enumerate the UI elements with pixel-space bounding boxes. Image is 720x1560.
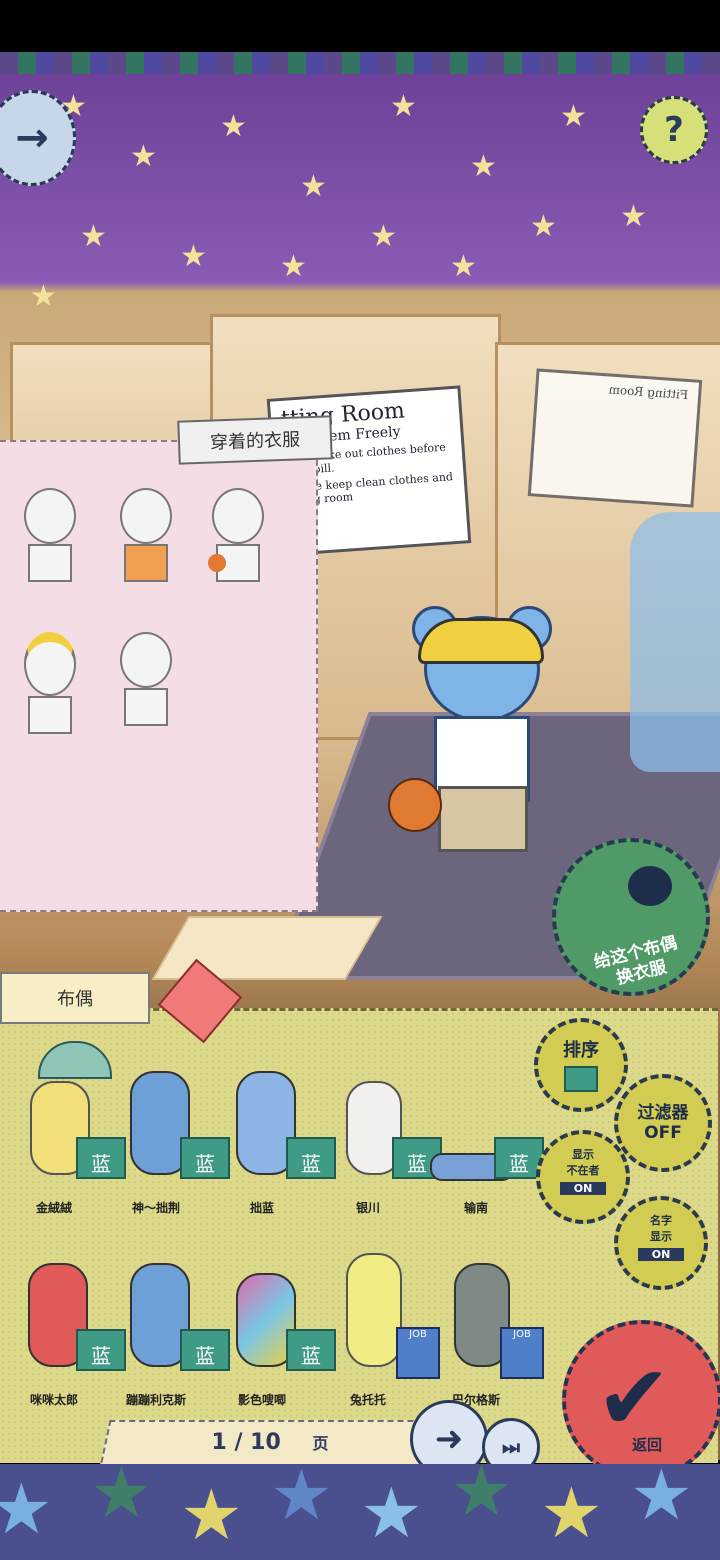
status-bar bbox=[0, 0, 720, 52]
show-absent-toggle[interactable]: 显示 不在者 ON bbox=[536, 1130, 630, 1224]
sort-label: 排序 bbox=[563, 1040, 599, 1061]
clothing-item[interactable] bbox=[20, 488, 80, 582]
show-absent-switch: ON bbox=[560, 1182, 606, 1195]
bottom-star-border: ★ ★ ★ ★ ★ ★ ★ ★ bbox=[0, 1464, 720, 1560]
show-name-label-1: 名字 bbox=[650, 1214, 672, 1227]
show-absent-label-2: 不在者 bbox=[566, 1164, 600, 1177]
return-label: 返回 bbox=[632, 1436, 663, 1454]
change-clothes-button[interactable]: 给这个布偶 换衣服 bbox=[552, 838, 710, 996]
plush-name: 兔托托 bbox=[349, 1393, 386, 1407]
show-name-toggle[interactable]: 名字 显示 ON bbox=[614, 1196, 708, 1290]
plush-name: 咪咪太郎 bbox=[29, 1393, 78, 1407]
worn-clothes-panel bbox=[0, 440, 318, 912]
clothing-item[interactable] bbox=[116, 632, 176, 726]
umbrella-icon bbox=[38, 1041, 112, 1079]
filter-label: 过滤器 bbox=[637, 1103, 689, 1123]
show-name-switch: ON bbox=[638, 1248, 684, 1261]
clothing-item[interactable] bbox=[116, 488, 176, 582]
filter-state: OFF bbox=[644, 1123, 682, 1143]
plush-name: 神～拙荆 bbox=[131, 1201, 180, 1215]
worn-clothes-title: 穿着的衣服 bbox=[177, 415, 333, 465]
plush-name: 蹦蹦利克斯 bbox=[125, 1393, 186, 1407]
help-button[interactable]: ? bbox=[640, 96, 708, 164]
plush-name: 银川 bbox=[355, 1201, 380, 1215]
clothing-item[interactable] bbox=[20, 632, 80, 734]
pager-indicator: 1 / 10 页 bbox=[120, 1430, 420, 1462]
plush-item[interactable]: 蓝 神～拙荆 bbox=[104, 1041, 230, 1221]
plush-item[interactable]: 蓝 输南 bbox=[424, 1041, 544, 1221]
job-badge: JOB bbox=[500, 1327, 544, 1379]
mirror-sign: Fitting Room bbox=[527, 368, 703, 508]
plush-item[interactable]: 蓝 银川 bbox=[316, 1041, 442, 1221]
skip-end-icon: ⏭ bbox=[502, 1435, 520, 1459]
plush-item[interactable]: 蓝 蹦蹦利克斯 bbox=[104, 1233, 230, 1413]
top-stitch-border bbox=[0, 52, 720, 74]
show-absent-label-1: 显示 bbox=[572, 1148, 594, 1161]
plush-item[interactable]: JOB 兔托托 bbox=[316, 1233, 440, 1413]
plush-tab: 布偶 bbox=[0, 972, 150, 1024]
page-number: 1 / 10 bbox=[211, 1430, 281, 1455]
plush-item[interactable]: 蓝 咪咪太郎 bbox=[2, 1233, 126, 1413]
show-name-label-2: 显示 bbox=[650, 1230, 672, 1243]
question-icon: ? bbox=[664, 110, 684, 150]
plush-name: 金絨絨 bbox=[35, 1201, 72, 1215]
checkmark-icon: ✔ bbox=[596, 1346, 672, 1451]
basketball-icon bbox=[388, 778, 442, 832]
house-icon bbox=[564, 1066, 598, 1092]
arrow-right-icon: → bbox=[15, 115, 49, 161]
plush-item[interactable]: 蓝 金絨絨 bbox=[2, 1041, 126, 1221]
plush-item[interactable]: 蓝 影色嗖唧 bbox=[210, 1233, 336, 1413]
filter-button[interactable]: 过滤器 OFF bbox=[614, 1074, 712, 1172]
return-button[interactable]: ✔ 返回 bbox=[562, 1320, 720, 1480]
mirror-bear bbox=[630, 512, 720, 772]
arrow-right-icon: ➜ bbox=[434, 1419, 464, 1459]
sort-button[interactable]: 排序 bbox=[534, 1018, 628, 1112]
plush-item[interactable]: 蓝 拙蓝 bbox=[210, 1041, 336, 1221]
page-unit: 页 bbox=[312, 1434, 329, 1453]
plush-name: 输南 bbox=[463, 1201, 488, 1215]
bear-head-icon bbox=[628, 866, 672, 906]
plush-figure bbox=[346, 1253, 402, 1367]
plush-name: 拙蓝 bbox=[249, 1201, 274, 1215]
plush-name: 影色嗖唧 bbox=[237, 1393, 286, 1407]
plush-item[interactable]: JOB 巴尔格斯 bbox=[424, 1233, 544, 1413]
clothing-item[interactable] bbox=[208, 488, 268, 582]
